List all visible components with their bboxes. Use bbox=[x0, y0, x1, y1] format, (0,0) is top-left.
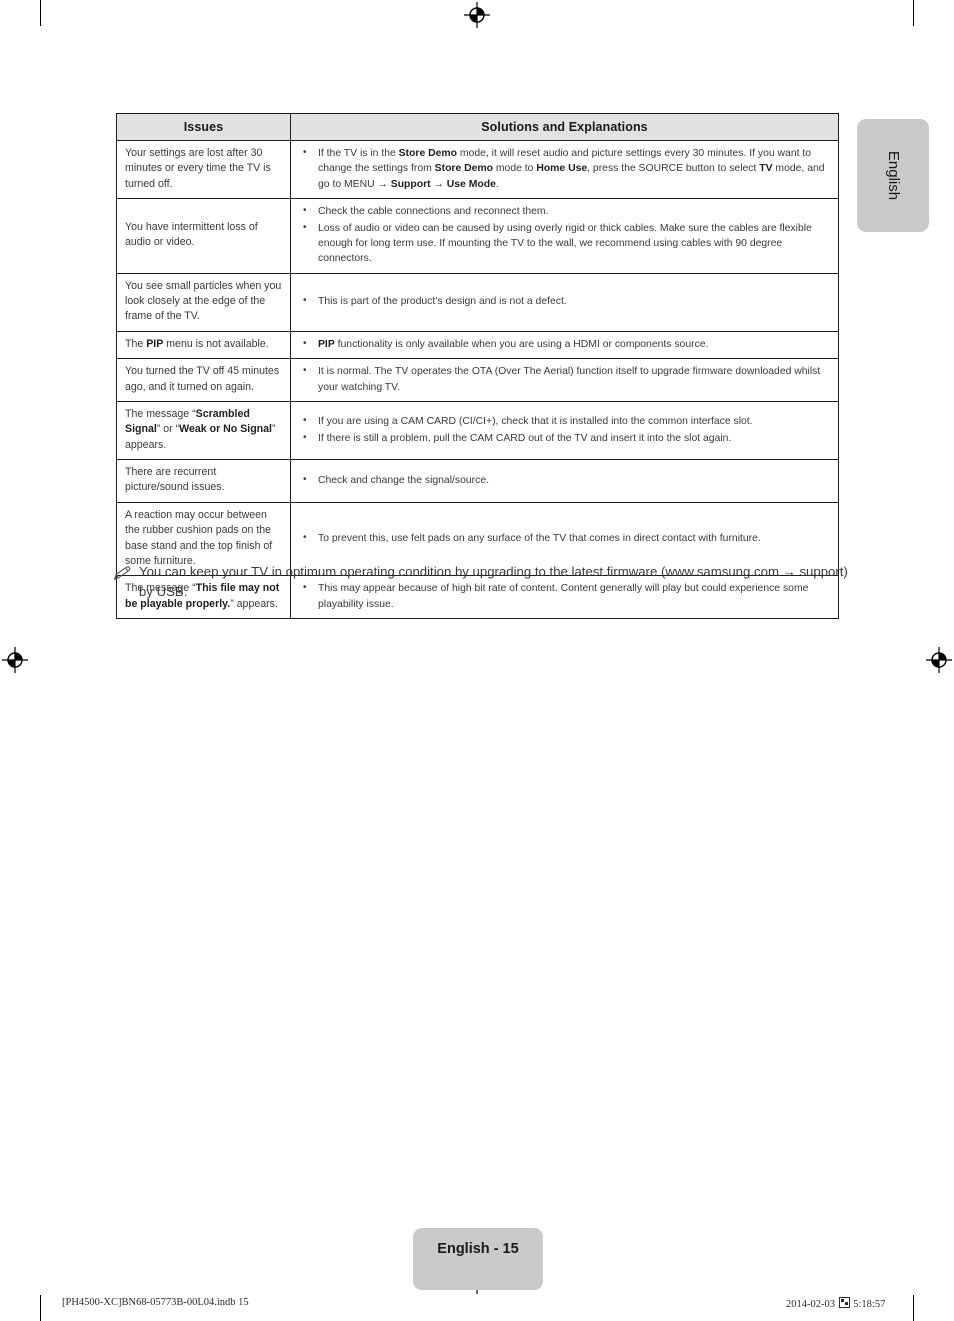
solution-list-item: • This is part of the product’s design an… bbox=[299, 294, 830, 309]
issue-cell: There are recurrent picture/sound issues… bbox=[116, 459, 291, 503]
bullet-icon: • bbox=[303, 431, 307, 443]
solution-list-item: • Check the cable connections and reconne… bbox=[299, 204, 830, 219]
issue-cell: Your settings are lost after 30 minutes … bbox=[116, 139, 291, 200]
column-header-issues: Issues bbox=[116, 113, 291, 141]
table-body: Your settings are lost after 30 minutes … bbox=[116, 139, 839, 619]
solution-list: • It is normal. The TV operates the OTA (… bbox=[299, 364, 830, 395]
solution-list: • If you are using a CAM CARD (CI/CI+), c… bbox=[299, 414, 830, 446]
page-number-badge: English - 15 bbox=[413, 1228, 543, 1290]
solution-list-item: • If there is still a problem, pull the C… bbox=[299, 431, 830, 446]
registration-mark-right bbox=[926, 647, 952, 673]
firmware-note: You can keep your TV in optimum operatin… bbox=[111, 562, 851, 602]
crop-mark-bottom-left bbox=[40, 1295, 41, 1321]
print-slug-timestamp: 2014-02-03 5:18:57 bbox=[786, 1297, 885, 1310]
crop-mark-top-left bbox=[40, 0, 41, 26]
crop-mark-top-right bbox=[913, 0, 914, 26]
table-row: You have intermittent loss of audio or v… bbox=[116, 198, 839, 274]
solution-text: PIP functionality is only available when… bbox=[318, 338, 709, 350]
bullet-icon: • bbox=[303, 473, 307, 485]
column-header-solutions: Solutions and Explanations bbox=[290, 113, 839, 141]
table-header-row: Issues Solutions and Explanations bbox=[116, 113, 839, 141]
solution-cell: • This is part of the product’s design an… bbox=[290, 272, 839, 332]
solution-text: If the TV is in the Store Demo mode, it … bbox=[318, 148, 825, 190]
solution-text: Loss of audio or video can be caused by … bbox=[318, 222, 812, 265]
solution-text: Check and change the signal/source. bbox=[318, 474, 489, 486]
solution-cell: • It is normal. The TV operates the OTA (… bbox=[290, 358, 839, 402]
missing-glyph-icon bbox=[838, 1297, 850, 1308]
solution-list: • PIP functionality is only available whe… bbox=[299, 337, 830, 352]
troubleshooting-table: Issues Solutions and Explanations Your s… bbox=[116, 113, 839, 619]
solution-cell: • If the TV is in the Store Demo mode, it… bbox=[290, 139, 839, 200]
solution-cell: • Check and change the signal/source. bbox=[290, 459, 839, 503]
bullet-icon: • bbox=[303, 365, 307, 377]
crop-mark-bottom-right bbox=[913, 1295, 914, 1321]
solution-text: It is normal. The TV operates the OTA (O… bbox=[318, 366, 821, 393]
language-side-tab: English bbox=[857, 119, 929, 232]
solution-cell: • PIP functionality is only available whe… bbox=[290, 330, 839, 360]
solution-list-item: • Loss of audio or video can be caused by… bbox=[299, 221, 830, 267]
bullet-icon: • bbox=[303, 147, 307, 158]
note-pencil-icon bbox=[111, 565, 133, 583]
solution-list: • Check and change the signal/source. bbox=[299, 473, 830, 488]
table-row: The message “Scrambled Signal” or “Weak … bbox=[116, 400, 839, 461]
solution-text: Check the cable connections and reconnec… bbox=[318, 206, 549, 218]
bullet-icon: • bbox=[303, 221, 307, 233]
registration-mark-top bbox=[464, 2, 490, 28]
table-row: There are recurrent picture/sound issues… bbox=[116, 459, 839, 503]
solution-list: • Check the cable connections and reconne… bbox=[299, 204, 830, 267]
print-slug-filename: [PH4500-XC]BN68-05773B-00L04.indb 15 bbox=[62, 1297, 249, 1308]
table-row: You see small particles when you look cl… bbox=[116, 272, 839, 332]
solution-list: • This is part of the product’s design an… bbox=[299, 294, 830, 309]
bullet-icon: • bbox=[303, 337, 307, 349]
table-row: Your settings are lost after 30 minutes … bbox=[116, 139, 839, 200]
solution-list: • To prevent this, use felt pads on any s… bbox=[299, 531, 830, 546]
page-number-label: English - 15 bbox=[437, 1241, 519, 1257]
table-row: You turned the TV off 45 minutes ago, an… bbox=[116, 358, 839, 402]
print-slug-date: 2014-02-03 bbox=[786, 1299, 835, 1310]
solution-cell: • If you are using a CAM CARD (CI/CI+), c… bbox=[290, 400, 839, 461]
solution-list: • If the TV is in the Store Demo mode, it… bbox=[299, 146, 830, 192]
solution-list-item: • PIP functionality is only available whe… bbox=[299, 337, 830, 352]
issue-cell: The message “Scrambled Signal” or “Weak … bbox=[116, 400, 291, 461]
solution-text: If you are using a CAM CARD (CI/CI+), ch… bbox=[318, 416, 753, 428]
solution-text: To prevent this, use felt pads on any su… bbox=[318, 532, 761, 544]
print-slug-time: 5:18:57 bbox=[853, 1299, 886, 1310]
bullet-icon: • bbox=[303, 415, 307, 427]
solution-text: This is part of the product’s design and… bbox=[318, 296, 567, 308]
solution-cell: • Check the cable connections and reconne… bbox=[290, 198, 839, 274]
bullet-icon: • bbox=[303, 531, 307, 543]
bullet-icon: • bbox=[303, 205, 307, 217]
firmware-note-text: You can keep your TV in optimum operatin… bbox=[139, 564, 848, 599]
issue-cell: The PIP menu is not available. bbox=[116, 330, 291, 360]
language-side-tab-label: English bbox=[885, 150, 902, 201]
solution-list-item: • If you are using a CAM CARD (CI/CI+), c… bbox=[299, 414, 830, 429]
issue-cell: You turned the TV off 45 minutes ago, an… bbox=[116, 358, 291, 402]
solution-list-item: • To prevent this, use felt pads on any s… bbox=[299, 531, 830, 546]
table-row: The PIP menu is not available. • PIP funct… bbox=[116, 330, 839, 360]
issue-cell: You have intermittent loss of audio or v… bbox=[116, 198, 291, 274]
solution-list-item: • Check and change the signal/source. bbox=[299, 473, 830, 488]
solution-list-item: • If the TV is in the Store Demo mode, it… bbox=[299, 146, 830, 192]
issue-cell: You see small particles when you look cl… bbox=[116, 272, 291, 332]
solution-text: If there is still a problem, pull the CA… bbox=[318, 432, 732, 444]
troubleshooting-table-wrapper: Issues Solutions and Explanations Your s… bbox=[116, 113, 839, 619]
registration-mark-left bbox=[2, 647, 28, 673]
solution-list-item: • It is normal. The TV operates the OTA (… bbox=[299, 364, 830, 395]
bullet-icon: • bbox=[303, 295, 307, 307]
